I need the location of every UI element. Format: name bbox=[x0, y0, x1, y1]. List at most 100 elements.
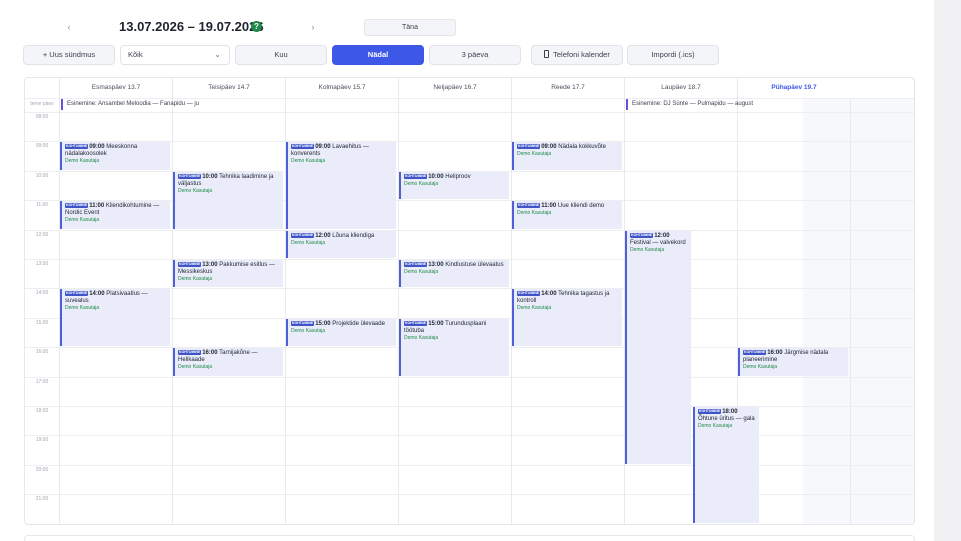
allday-event[interactable]: Esinemine: DJ Sünte — Pulmapidu — august bbox=[626, 99, 764, 110]
new-event-button[interactable]: + Uus sündmus bbox=[23, 45, 115, 65]
day-header[interactable]: Teisipäev 14.7 bbox=[172, 78, 285, 98]
event-time: 14:00 bbox=[541, 291, 557, 298]
event-type-badge: KOHTUMINE bbox=[65, 144, 89, 150]
day-column-divider bbox=[172, 98, 173, 524]
phone-icon bbox=[544, 50, 550, 58]
calendar-event[interactable]: KOHTUMINE 13:00 Kindlustuse ülevaatus Demo… bbox=[399, 260, 509, 288]
calendar-event[interactable]: KOHTUMINE 14:00 Tehnika tagastus ja kontr… bbox=[512, 289, 622, 347]
event-time: 15:00 bbox=[315, 320, 331, 327]
calendar-event[interactable]: KOHTUMINE 16:00 Tarnijakõne — Helikaade De… bbox=[173, 348, 283, 376]
event-owner: Demo Kasutaja bbox=[65, 217, 100, 224]
event-title: Uue kliendi demo bbox=[557, 203, 605, 210]
event-heading: KOHTUMINE 14:00 Platsivaatlus — suvealus bbox=[65, 291, 167, 305]
event-type-badge: KOHTUMINE bbox=[65, 203, 89, 209]
event-time: 16:00 bbox=[202, 350, 218, 357]
day-header[interactable]: Neljapäev 16.7 bbox=[398, 78, 511, 98]
event-heading: KOHTUMINE 09:00 Meeskonna nädalakoosolek bbox=[65, 144, 167, 158]
calendar-event[interactable]: KOHTUMINE 14:00 Platsivaatlus — suvealus D… bbox=[60, 289, 170, 347]
event-type-badge: KOHTUMINE bbox=[178, 173, 202, 179]
weekend-column-bg bbox=[803, 98, 914, 524]
calendar-event[interactable]: KOHTUMINE 09:00 Meeskonna nädalakoosolek D… bbox=[60, 142, 170, 170]
event-type-badge: KOHTUMINE bbox=[517, 203, 541, 209]
scrollbar-track[interactable] bbox=[934, 0, 961, 541]
event-type-badge: KOHTUMINE bbox=[404, 262, 428, 267]
event-type-badge: KOHTUMINE bbox=[404, 320, 428, 326]
week-calendar: Esmaspäev 13.7 Teisipäev 14.7 Kolmapäev 15… bbox=[24, 77, 915, 525]
calendar-event[interactable]: KOHTUMINE 11:00 Uue kliendi demo Demo Kasu… bbox=[512, 201, 622, 229]
day-header[interactable]: Pühapäev 19.7 bbox=[737, 78, 850, 98]
hour-line bbox=[25, 376, 914, 378]
day-header[interactable]: Laupäev 18.7 bbox=[624, 78, 737, 98]
event-time: 09:00 bbox=[541, 144, 557, 151]
hour-label: 14:00 bbox=[35, 290, 49, 297]
event-owner: Demo Kasutaja bbox=[743, 364, 778, 371]
event-heading: KOHTUMINE 11:00 Kliendikohtumine — Nordic… bbox=[65, 203, 167, 217]
allday-event[interactable]: Esinemine: Ansambel Meloodia — Fanapidu … bbox=[61, 99, 199, 110]
event-heading: KOHTUMINE 12:00 Festival — valvekord bbox=[630, 232, 688, 247]
calendar-event[interactable]: KOHTUMINE 18:00 Õhtune üritus — gala Demo … bbox=[693, 407, 759, 523]
calendar-event[interactable]: KOHTUMINE 11:00 Kliendikohtumine — Nordic… bbox=[60, 201, 170, 229]
page: ‹ 13.07.2026 – 19.07.2026 ? › Täna + Uus… bbox=[0, 0, 934, 541]
event-type-badge: KOHTUMINE bbox=[65, 291, 89, 297]
day-header[interactable]: Esmaspäev 13.7 bbox=[59, 78, 172, 98]
event-heading: KOHTUMINE 09:00 Lavaehitus — konverents bbox=[291, 144, 393, 158]
phone-calendar-button[interactable]: Telefoni kalender bbox=[531, 45, 623, 65]
event-type-badge: KOHTUMINE bbox=[291, 320, 315, 326]
filter-select[interactable]: Kõik ⌄ bbox=[120, 45, 230, 65]
event-time: 10:00 bbox=[202, 173, 218, 180]
event-time: 16:00 bbox=[767, 350, 783, 357]
event-heading: KOHTUMINE 13:00 Kindlustuse ülevaatus bbox=[404, 262, 506, 269]
hour-line bbox=[25, 435, 914, 437]
day-header[interactable]: Kolmapäev 15.7 bbox=[285, 78, 398, 98]
today-button[interactable]: Täna bbox=[364, 19, 456, 36]
hour-line bbox=[25, 406, 914, 407]
event-title: Lõuna kliendiga bbox=[332, 232, 375, 239]
bottom-panel bbox=[24, 535, 915, 541]
calendar-event[interactable]: KOHTUMINE 16:00 Järgmise nädala planeerim… bbox=[738, 348, 848, 376]
event-time: 15:00 bbox=[428, 320, 444, 327]
event-owner: Demo Kasutaja bbox=[178, 187, 213, 194]
event-type-badge: KOHTUMINE bbox=[291, 144, 315, 150]
next-week-icon[interactable]: › bbox=[306, 20, 320, 34]
view-month-button[interactable]: Kuu bbox=[235, 45, 327, 65]
event-time: 13:00 bbox=[202, 262, 218, 268]
view-week-button[interactable]: Nädal bbox=[332, 45, 424, 65]
calendar-event[interactable]: KOHTUMINE 09:00 Lavaehitus — konverents De… bbox=[286, 142, 396, 229]
hour-line bbox=[25, 523, 914, 524]
event-time: 18:00 bbox=[722, 409, 738, 415]
calendar-event[interactable]: KOHTUMINE 15:00 Projektide ülevaade Demo K… bbox=[286, 318, 396, 347]
hour-label: 09:00 bbox=[35, 143, 49, 150]
event-heading: KOHTUMINE 14:00 Tehnika tagastus ja kontr… bbox=[517, 291, 619, 305]
calendar-event[interactable]: KOHTUMINE 10:00 Heliproov Demo Kasutaja bbox=[399, 171, 509, 200]
hour-label: 11:00 bbox=[35, 202, 49, 209]
calendar-event[interactable]: KOHTUMINE 13:00 Pakkumise esitlus — Messi… bbox=[173, 260, 283, 288]
hour-label: 16:00 bbox=[35, 349, 49, 356]
calendar-event[interactable]: KOHTUMINE 10:00 Tehnika laadimine ja välj… bbox=[173, 171, 283, 229]
day-header[interactable]: Reede 17.7 bbox=[511, 78, 624, 98]
help-icon[interactable]: ? bbox=[251, 21, 262, 32]
event-heading: KOHTUMINE 16:00 Tarnijakõne — Helikaade bbox=[178, 350, 280, 364]
event-heading: KOHTUMINE 15:00 Projektide ülevaade bbox=[291, 320, 393, 328]
view-3days-button[interactable]: 3 päeva bbox=[429, 45, 521, 65]
calendar-event[interactable]: KOHTUMINE 09:00 Nädala kokkuvõte Demo Kasu… bbox=[512, 142, 622, 170]
event-heading: KOHTUMINE 11:00 Uue kliendi demo bbox=[517, 203, 619, 210]
phone-calendar-label: Telefoni kalender bbox=[553, 50, 610, 59]
import-ics-button[interactable]: Impordi (.ics) bbox=[627, 45, 719, 65]
day-column-divider bbox=[850, 98, 851, 524]
event-owner: Demo Kasutaja bbox=[404, 180, 439, 187]
event-type-badge: KOHTUMINE bbox=[743, 350, 767, 356]
chevron-down-icon: ⌄ bbox=[214, 50, 221, 59]
event-heading: KOHTUMINE 09:00 Nädala kokkuvõte bbox=[517, 144, 619, 151]
calendar-event[interactable]: KOHTUMINE 12:00 Lõuna kliendiga Demo Kasut… bbox=[286, 230, 396, 258]
event-time: 14:00 bbox=[89, 291, 105, 298]
event-type-badge: KOHTUMINE bbox=[178, 350, 202, 356]
prev-week-icon[interactable]: ‹ bbox=[62, 20, 76, 34]
filter-select-value: Kõik bbox=[128, 50, 143, 59]
event-title: Nädala kokkuvõte bbox=[558, 144, 606, 151]
calendar-event[interactable]: KOHTUMINE 15:00 Turundusplaani töötuba Dem… bbox=[399, 318, 509, 376]
date-range-title: 13.07.2026 – 19.07.2026 bbox=[119, 19, 264, 34]
hour-label: 08:00 bbox=[35, 114, 49, 120]
calendar-event[interactable]: KOHTUMINE 12:00 Festival — valvekord Demo … bbox=[625, 230, 691, 464]
event-time: 09:00 bbox=[315, 144, 331, 151]
event-heading: KOHTUMINE 10:00 Heliproov bbox=[404, 173, 506, 181]
